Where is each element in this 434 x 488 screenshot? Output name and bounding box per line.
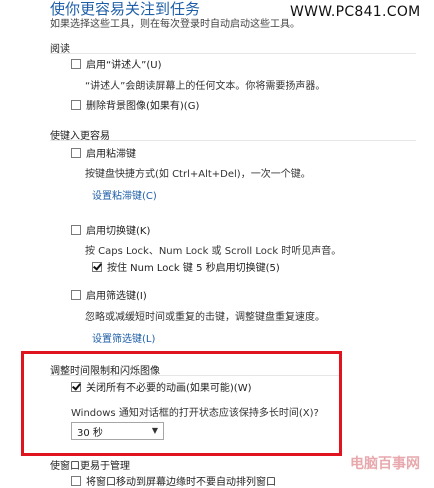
sticky-keys-description: 按键盘快捷方式(如 Ctrl+Alt+Del)，一次一个键。: [85, 169, 311, 180]
filter-keys-checkbox[interactable]: [71, 289, 81, 300]
filter-keys-checkbox-row[interactable]: 启用筛选键(I): [71, 287, 147, 302]
narrator-description: “讲述人”会朗读屏幕上的任何文本。你将需要扬声器。: [85, 81, 326, 92]
sticky-keys-checkbox-row[interactable]: 启用粘滞键: [71, 145, 136, 160]
narrator-checkbox[interactable]: [71, 58, 81, 69]
toggle-keys-label: 启用切换键(K): [86, 226, 151, 237]
prevent-arrange-label: 将窗口移动到屏幕边缘时不要自动排列窗口: [86, 477, 276, 488]
remove-bg-checkbox[interactable]: [71, 99, 81, 110]
narrator-checkbox-row[interactable]: 启用“讲述人”(U): [71, 56, 161, 71]
toggle-keys-description: 按 Caps Lock、Num Lock 或 Scroll Lock 时听见声音…: [85, 246, 342, 257]
prevent-arrange-checkbox[interactable]: [71, 475, 81, 486]
section-heading-window-management: 使窗口更易于管理: [50, 461, 130, 472]
prevent-arrange-checkbox-row[interactable]: 将窗口移动到屏幕边缘时不要自动排列窗口: [71, 473, 276, 488]
toggle-keys-checkbox[interactable]: [71, 224, 81, 235]
page-subtitle: 如果选择这些工具，则在每次登录时自动启动这些工具。: [50, 19, 300, 30]
toggle-keys-checkbox-row[interactable]: 启用切换键(K): [71, 222, 150, 237]
sticky-keys-label: 启用粘滞键: [86, 149, 136, 160]
filter-keys-settings-link[interactable]: 设置筛选键(L): [92, 330, 155, 345]
narrator-label: 启用“讲述人”(U): [86, 60, 162, 71]
filter-keys-label: 启用筛选键(I): [86, 291, 147, 302]
divider: [50, 140, 416, 141]
remove-bg-label: 删除背景图像(如果有)(G): [86, 101, 200, 112]
sticky-keys-settings-link[interactable]: 设置粘滞键(C): [92, 187, 157, 202]
toggle-hold-checkbox[interactable]: [92, 261, 102, 272]
watermark-text: WWW.PC841.COM: [290, 4, 421, 20]
filter-keys-description: 忽略或减缓短时间或重复的击键，调整键盘重复速度。: [85, 312, 325, 323]
sticky-keys-checkbox[interactable]: [71, 147, 81, 158]
site-logo: 电脑百事网: [350, 456, 420, 472]
toggle-hold-label: 按住 Num Lock 键 5 秒启用切换键(5): [107, 263, 280, 274]
divider: [50, 53, 416, 54]
highlight-box: [21, 351, 342, 456]
remove-bg-checkbox-row[interactable]: 删除背景图像(如果有)(G): [71, 97, 199, 112]
toggle-hold-checkbox-row[interactable]: 按住 Num Lock 键 5 秒启用切换键(5): [92, 259, 280, 274]
